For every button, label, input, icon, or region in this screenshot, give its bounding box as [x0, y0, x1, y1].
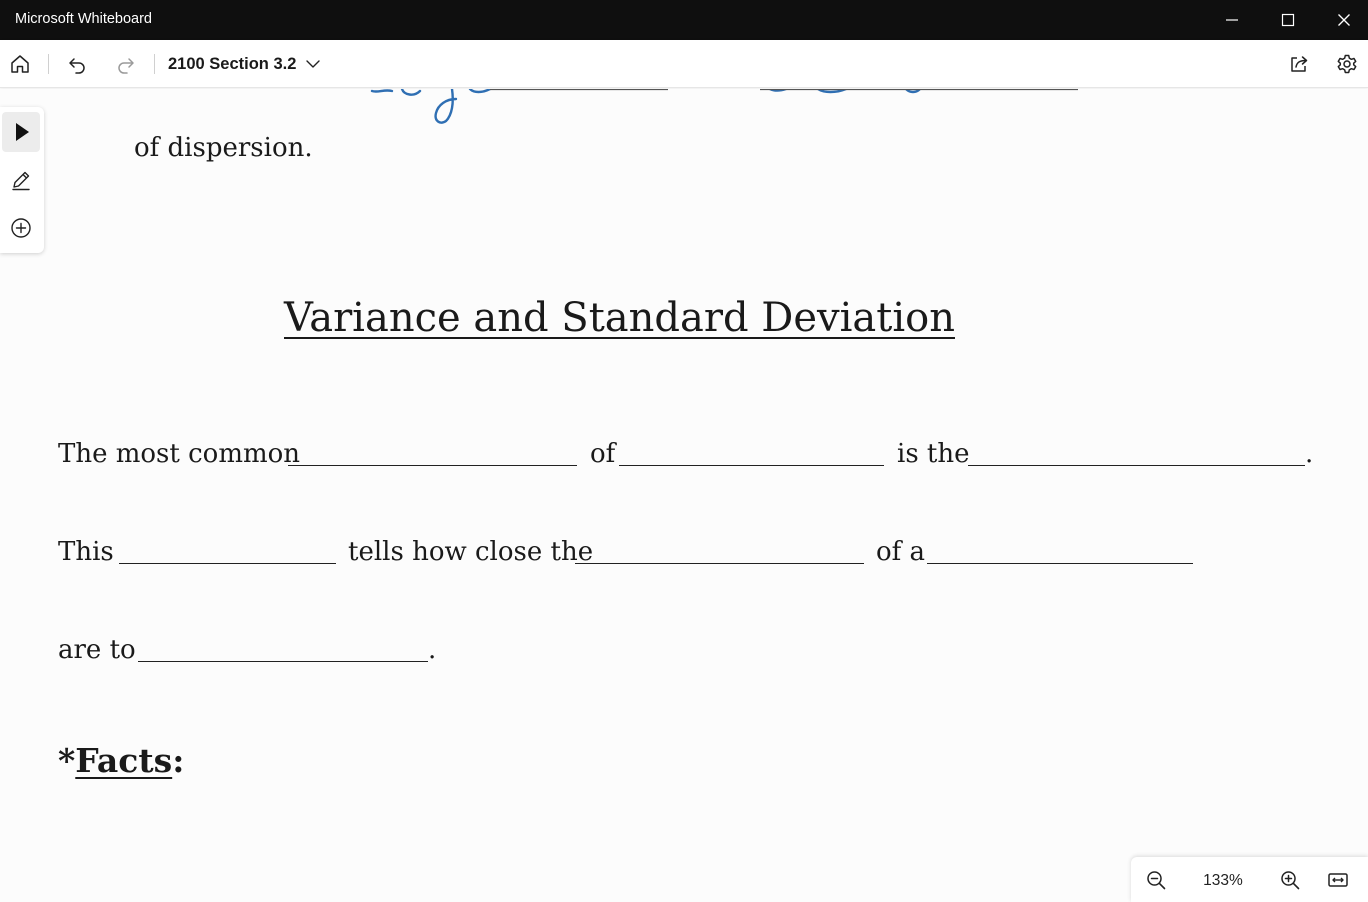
fill-in-blank: [619, 465, 884, 467]
line1-period: .: [1305, 439, 1314, 469]
ink-stroke: [468, 89, 492, 94]
undo-button[interactable]: [63, 50, 91, 78]
zoom-level[interactable]: 133%: [1193, 872, 1253, 890]
minimize-button[interactable]: [1204, 0, 1260, 40]
minimize-icon: [1226, 19, 1238, 21]
pointer-icon: [16, 123, 29, 141]
line2-text-c: of a: [876, 537, 926, 567]
line2-text-b: tells how close the: [348, 537, 594, 567]
board-name-label: 2100 Section 3.2: [168, 54, 297, 73]
facts-star: *: [58, 741, 76, 780]
chevron-down-icon: [306, 60, 321, 68]
fill-in-blank: [119, 563, 336, 565]
zoom-out-icon: [1147, 871, 1166, 890]
zoom-in-icon: [1281, 871, 1300, 890]
app-toolbar: 2100 Section 3.2: [0, 40, 1368, 88]
gear-icon: [1337, 54, 1357, 74]
facts-colon: :: [172, 741, 185, 780]
redo-button[interactable]: [112, 50, 140, 78]
board-name-dropdown[interactable]: 2100 Section 3.2: [160, 48, 329, 80]
redo-icon: [118, 58, 134, 74]
share-button[interactable]: [1285, 50, 1313, 78]
ink-stroke: [400, 89, 422, 96]
window-title: Microsoft Whiteboard: [15, 11, 152, 27]
home-icon: [11, 55, 29, 73]
fill-in-blank: [288, 465, 577, 467]
ink-stroke: [434, 89, 458, 124]
tool-rail: [0, 107, 44, 253]
fill-in-blank: [927, 563, 1193, 565]
partial-text-line: of dispersion.: [134, 133, 313, 163]
settings-button[interactable]: [1333, 50, 1361, 78]
fill-in-blank: [575, 563, 864, 565]
facts-heading: *Facts:: [58, 741, 184, 780]
plus-circle-icon: [11, 218, 31, 238]
home-button[interactable]: [6, 50, 34, 78]
share-icon: [1291, 56, 1308, 72]
line1-text-c: is the: [897, 439, 970, 469]
maximize-icon: [1281, 13, 1295, 27]
toolbar-divider: [48, 54, 49, 74]
select-tool-button[interactable]: [2, 112, 40, 152]
zoom-controls: 133%: [1131, 857, 1368, 902]
line1-text-a: The most common: [58, 439, 301, 469]
line3-period: .: [428, 635, 437, 665]
pen-tool-button[interactable]: [2, 160, 40, 200]
add-content-button[interactable]: [2, 208, 40, 248]
zoom-out-button[interactable]: [1143, 867, 1169, 893]
toolbar-divider: [154, 54, 155, 74]
fit-width-icon: [1328, 873, 1348, 887]
whiteboard-canvas[interactable]: of dispersion. Variance and Standard Dev…: [0, 89, 1368, 902]
title-bar: Microsoft Whiteboard: [0, 0, 1368, 40]
line1-text-b: of: [590, 439, 616, 469]
undo-icon: [69, 58, 85, 74]
fill-in-blank: [968, 465, 1305, 467]
line2-text-a: This: [58, 537, 114, 567]
fill-in-blank: [138, 661, 428, 663]
close-icon: [1338, 14, 1350, 26]
line3-text-a: are to: [58, 635, 136, 665]
section-heading: Variance and Standard Deviation: [284, 295, 955, 341]
facts-label: Facts: [75, 741, 173, 780]
close-button[interactable]: [1316, 0, 1368, 40]
ink-stroke: [370, 89, 394, 93]
pen-icon: [12, 171, 30, 191]
fit-to-screen-button[interactable]: [1325, 867, 1351, 893]
maximize-button[interactable]: [1260, 0, 1316, 40]
zoom-in-button[interactable]: [1277, 867, 1303, 893]
